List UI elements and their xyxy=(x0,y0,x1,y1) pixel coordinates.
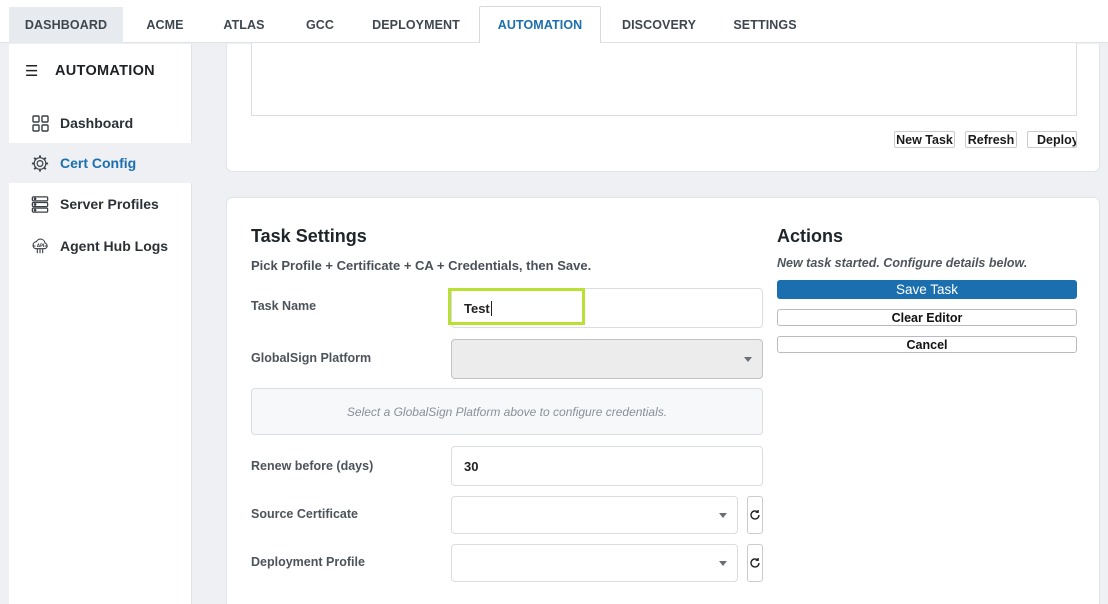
platform-select[interactable] xyxy=(451,339,763,379)
refresh-deploy-profile-button[interactable] xyxy=(747,544,763,582)
sidebar-item-label: Cert Config xyxy=(60,155,137,171)
sidebar-title: AUTOMATION xyxy=(55,63,155,79)
focus-highlight xyxy=(448,288,585,325)
task-settings-subtitle: Pick Profile + Certificate + CA + Creden… xyxy=(251,258,592,273)
editor-card: New Task Refresh Deploy xyxy=(226,43,1100,172)
renew-days-input[interactable]: 30 xyxy=(451,446,763,486)
tab-atlas[interactable]: ATLAS xyxy=(210,7,278,43)
server-icon xyxy=(31,195,49,213)
sidebar-item-label: Server Profiles xyxy=(60,196,159,212)
task-editor[interactable] xyxy=(251,43,1077,116)
new-task-button[interactable]: New Task xyxy=(894,131,955,148)
tab-acme[interactable]: ACME xyxy=(131,7,199,43)
renew-days-value: 30 xyxy=(464,459,479,474)
tab-gcc[interactable]: GCC xyxy=(288,7,352,43)
chevron-down-icon xyxy=(719,561,727,566)
deploy-profile-label: Deployment Profile xyxy=(251,555,365,569)
tab-deployment[interactable]: DEPLOYMENT xyxy=(362,7,470,43)
platform-hint: Select a GlobalSign Platform above to co… xyxy=(251,388,763,435)
tab-settings[interactable]: SETTINGS xyxy=(722,7,808,43)
renew-label: Renew before (days) xyxy=(251,459,374,473)
svg-text:API: API xyxy=(37,243,45,248)
sidebar-item-label: Agent Hub Logs xyxy=(60,238,169,254)
menu-icon[interactable]: ☰ xyxy=(25,62,43,80)
sidebar: ☰ AUTOMATION Dashboard Cert Config Serve… xyxy=(9,44,192,604)
source-cert-label: Source Certificate xyxy=(251,507,358,521)
gear-icon xyxy=(31,154,49,172)
deploy-button[interactable]: Deploy xyxy=(1027,131,1077,148)
actions-title: Actions xyxy=(777,226,844,246)
top-nav: DASHBOARD ACME ATLAS GCC DEPLOYMENT AUTO… xyxy=(0,0,1108,44)
sidebar-item-server-profiles[interactable]: Server Profiles xyxy=(9,184,192,224)
refresh-button[interactable]: Refresh xyxy=(965,131,1017,148)
platform-label: GlobalSign Platform xyxy=(251,351,372,365)
chevron-down-icon xyxy=(744,357,752,362)
source-cert-select[interactable] xyxy=(451,496,738,534)
cancel-button[interactable]: Cancel xyxy=(777,336,1077,353)
tab-discovery[interactable]: DISCOVERY xyxy=(612,7,706,43)
sidebar-item-label: Dashboard xyxy=(60,115,134,131)
task-settings-card: Task Settings Pick Profile + Certificate… xyxy=(226,197,1100,604)
api-icon: API xyxy=(31,237,49,255)
save-task-button[interactable]: Save Task xyxy=(777,280,1077,299)
clear-editor-button[interactable]: Clear Editor xyxy=(777,309,1077,326)
chevron-down-icon xyxy=(719,513,727,518)
refresh-source-cert-button[interactable] xyxy=(747,496,763,534)
actions-note: New task started. Configure details belo… xyxy=(777,256,1028,270)
sidebar-item-dashboard[interactable]: Dashboard xyxy=(9,103,192,143)
task-name-label: Task Name xyxy=(251,299,317,313)
sidebar-header: ☰ AUTOMATION xyxy=(25,62,155,80)
refresh-icon xyxy=(750,509,760,520)
grid-icon xyxy=(31,114,49,132)
refresh-icon xyxy=(750,557,760,568)
task-settings-title: Task Settings xyxy=(251,226,367,246)
tab-automation[interactable]: AUTOMATION xyxy=(479,6,601,44)
sidebar-item-agent-hub-logs[interactable]: API Agent Hub Logs xyxy=(9,226,192,266)
sidebar-item-cert-config[interactable]: Cert Config xyxy=(9,143,192,183)
deploy-profile-select[interactable] xyxy=(451,544,738,582)
tab-dashboard[interactable]: DASHBOARD xyxy=(9,7,123,43)
